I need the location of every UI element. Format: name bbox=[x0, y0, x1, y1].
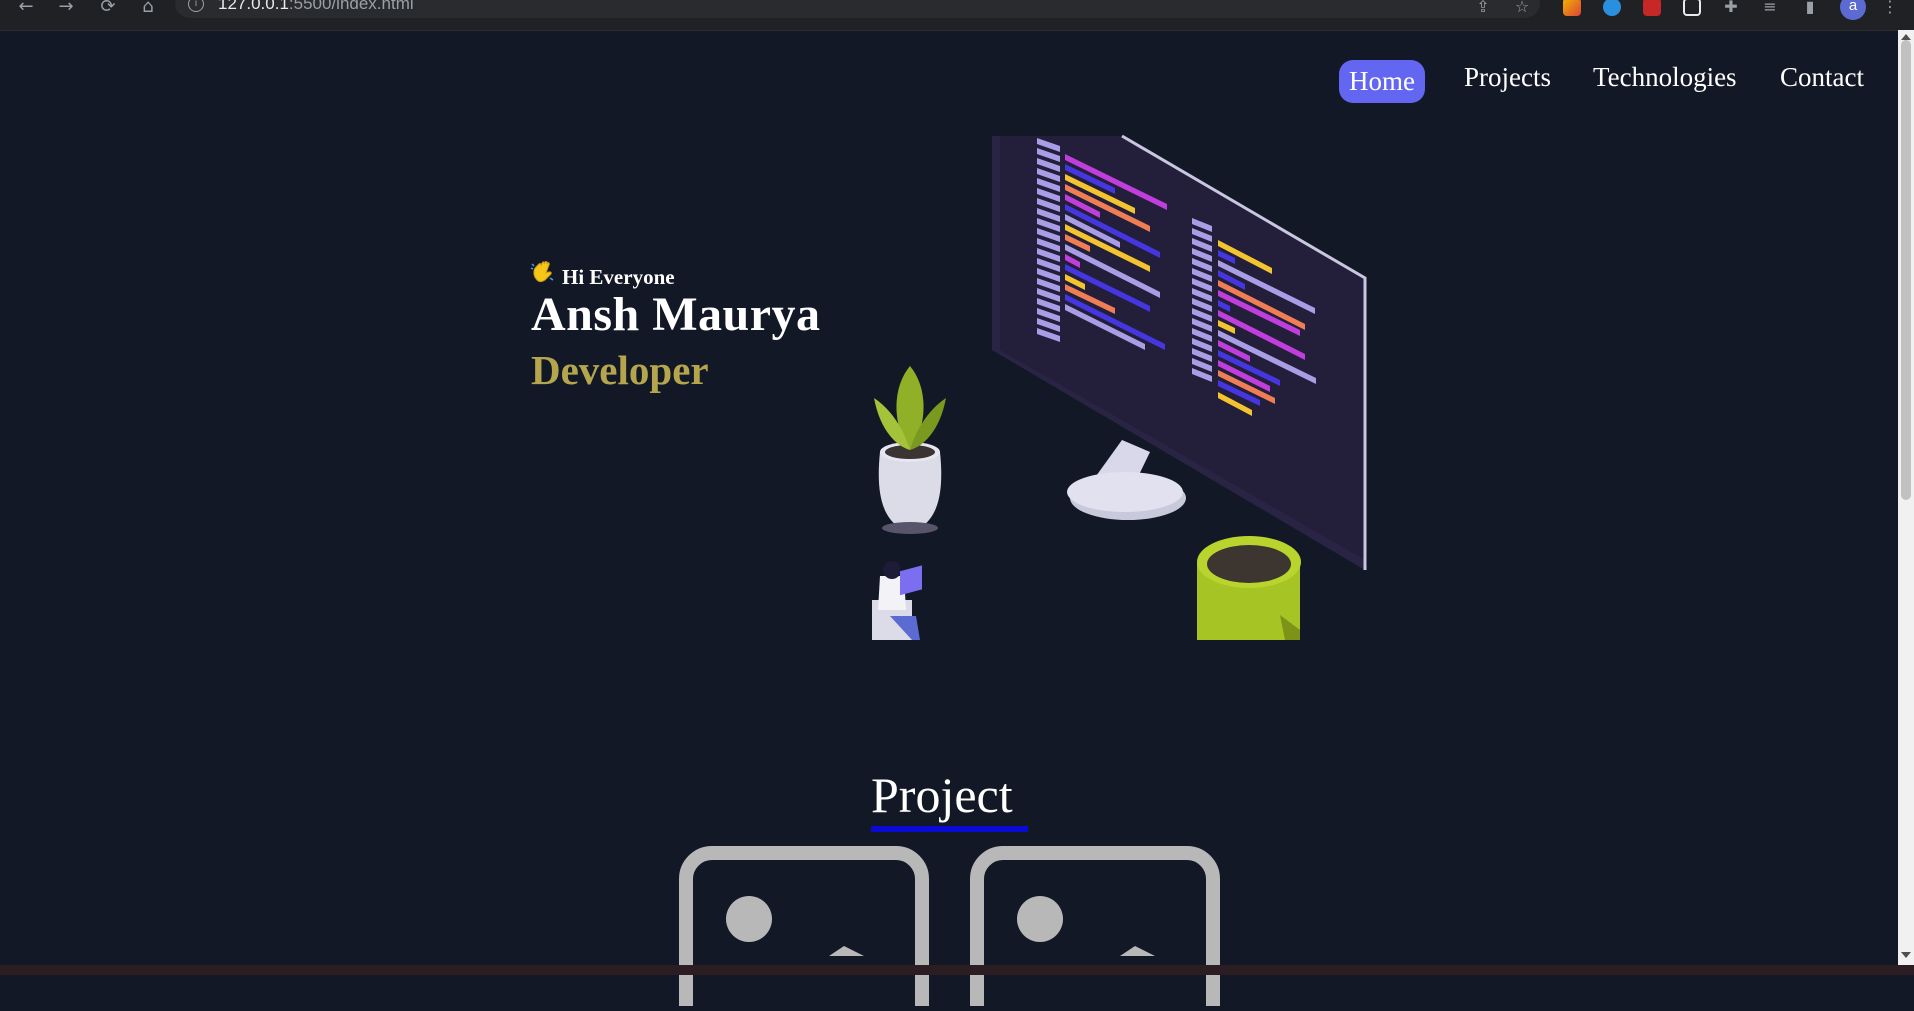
hero-role: Developer bbox=[531, 347, 709, 393]
image-placeholder-icon bbox=[679, 846, 929, 1011]
menu-kebab-icon[interactable]: ⋮ bbox=[1880, 0, 1900, 16]
person-illustration bbox=[872, 561, 922, 640]
url-text[interactable]: 127.0.0.1:5500/index.html bbox=[218, 0, 414, 14]
nav-projects[interactable]: Projects bbox=[1464, 62, 1551, 93]
scroll-thumb[interactable] bbox=[1901, 40, 1911, 500]
plant-illustration bbox=[874, 366, 946, 534]
scroll-down-icon[interactable] bbox=[1901, 952, 1911, 958]
project-card-1[interactable] bbox=[679, 846, 929, 1011]
greeting-text: Hi Everyone bbox=[562, 265, 675, 289]
extension-pen-icon[interactable] bbox=[1563, 0, 1581, 16]
back-icon[interactable]: ← bbox=[15, 0, 37, 16]
image-placeholder-icon bbox=[970, 846, 1220, 1011]
greeting: Hi Everyone bbox=[530, 258, 675, 290]
forward-icon[interactable]: → bbox=[55, 0, 77, 16]
project-card-2[interactable] bbox=[970, 846, 1220, 1011]
profile-avatar[interactable]: a bbox=[1840, 0, 1866, 20]
extension-drop-icon[interactable] bbox=[1603, 0, 1621, 16]
section-title-project: Project bbox=[871, 767, 1013, 823]
taskbar-strip bbox=[0, 965, 1914, 975]
hero-name: Ansh Maurya bbox=[531, 288, 821, 341]
side-panel-icon[interactable]: ▮ bbox=[1800, 0, 1820, 16]
title-underline bbox=[871, 826, 1028, 832]
bookmark-star-icon[interactable]: ☆ bbox=[1512, 0, 1532, 16]
developer-illustration bbox=[872, 134, 1367, 640]
extensions-puzzle-icon[interactable]: ✚ bbox=[1721, 0, 1741, 16]
nav-technologies[interactable]: Technologies bbox=[1593, 62, 1737, 93]
extension-red-icon[interactable] bbox=[1643, 0, 1661, 16]
reading-list-icon[interactable]: ≡ bbox=[1760, 0, 1780, 16]
browser-toolbar: ← → ⟳ ⌂ i 127.0.0.1:5500/index.html ⇪ ☆ … bbox=[0, 0, 1914, 31]
share-icon[interactable]: ⇪ bbox=[1473, 0, 1493, 16]
nav-home[interactable]: Home bbox=[1339, 60, 1425, 103]
mug-illustration bbox=[1197, 536, 1301, 640]
home-icon[interactable]: ⌂ bbox=[137, 0, 159, 16]
waving-hand-icon bbox=[530, 258, 556, 289]
nav-contact[interactable]: Contact bbox=[1780, 62, 1864, 93]
reload-icon[interactable]: ⟳ bbox=[97, 0, 119, 16]
extension-window-icon[interactable] bbox=[1683, 0, 1701, 16]
